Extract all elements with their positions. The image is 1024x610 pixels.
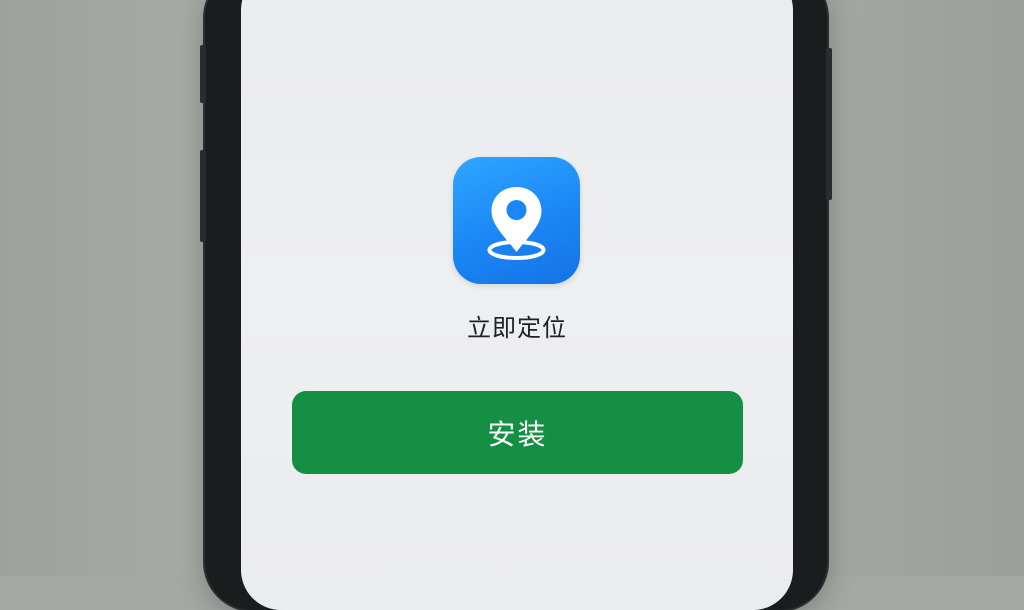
power-button — [826, 48, 832, 200]
location-pin-icon — [487, 187, 546, 260]
app-name: 立即定位 — [467, 314, 567, 342]
app-icon[interactable] — [453, 157, 580, 284]
phone-screen: 立即定位 安装 — [241, 0, 793, 610]
phone-device: 立即定位 安装 — [200, 0, 832, 610]
mute-switch — [200, 45, 206, 103]
install-button[interactable]: 安装 — [292, 391, 743, 474]
volume-button — [200, 150, 206, 242]
